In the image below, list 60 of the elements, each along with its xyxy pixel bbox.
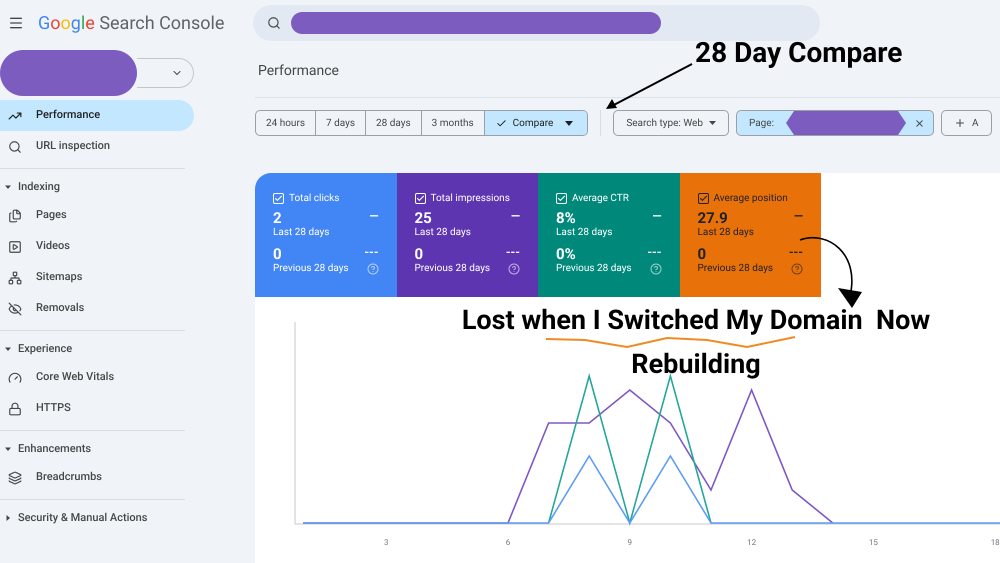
- axis-tick-label: 3: [384, 538, 388, 547]
- page-title: Performance: [258, 62, 339, 81]
- axis-tick-label: 12: [747, 538, 756, 547]
- metric-value: 0: [273, 245, 282, 263]
- trend-mark: —: [794, 209, 803, 223]
- trend-mark: ---: [506, 245, 520, 259]
- nav-item[interactable]: Pages: [0, 200, 194, 231]
- caption-text: Rebuilding: [631, 349, 761, 379]
- range-tab[interactable]: 24 hours: [256, 111, 315, 135]
- trend-mark: ---: [647, 245, 662, 259]
- metric-title: Total impressions: [430, 192, 510, 206]
- trend-mark: ---: [364, 245, 378, 259]
- metric-value: 27.9: [698, 209, 728, 227]
- metric-value: 8%: [556, 209, 576, 227]
- metric-title: Average CTR: [572, 192, 629, 206]
- metric-value: 25: [414, 209, 432, 227]
- range-tab[interactable]: 28 days: [365, 111, 421, 135]
- nav-item[interactable]: Videos: [0, 231, 194, 262]
- nav-item[interactable]: Sitemaps: [0, 262, 194, 293]
- metric-value: 0: [698, 245, 706, 263]
- metric-period: Previous 28 days: [698, 263, 774, 275]
- metric-period: Previous 28 days: [556, 263, 632, 275]
- metric-period: Last 28 days: [556, 227, 614, 239]
- nav-item[interactable]: Core Web Vitals: [0, 362, 194, 393]
- metric-value: 2: [273, 209, 282, 227]
- add-filter-button[interactable]: A: [941, 110, 992, 136]
- axis-tick-label: 15: [868, 538, 878, 547]
- section-header[interactable]: Experience: [0, 336, 194, 362]
- range-tab[interactable]: Compare: [484, 111, 588, 135]
- range-tab[interactable]: 7 days: [315, 111, 365, 135]
- metric-value: 0%: [556, 245, 576, 263]
- nav-item[interactable]: Performance: [0, 100, 194, 131]
- metric-period: Last 28 days: [414, 227, 472, 239]
- metric-title: Average position: [714, 192, 788, 206]
- trend-mark: —: [369, 209, 378, 223]
- metric-period: Last 28 days: [273, 227, 330, 239]
- product-logo: Google Search Console: [38, 12, 224, 36]
- nav-item[interactable]: URL inspection: [0, 131, 194, 162]
- nav-item[interactable]: HTTPS: [0, 393, 194, 424]
- metric-card[interactable]: Average position 27.9 — Last 28 days 0 --- Previous 28 days: [680, 173, 821, 297]
- nav-item[interactable]: Removals: [0, 293, 194, 324]
- axis-tick-label: 18: [990, 538, 1000, 547]
- annotation-text: 28 Day Compare: [695, 35, 902, 71]
- filter-chip[interactable]: Search type: Web: [613, 110, 729, 136]
- nav-item[interactable]: Breadcrumbs: [0, 462, 194, 493]
- metric-period: Previous 28 days: [273, 263, 349, 275]
- axis-tick-label: 6: [506, 538, 510, 547]
- axis-tick-label: 9: [628, 538, 632, 547]
- metric-period: Last 28 days: [698, 227, 755, 239]
- section-header[interactable]: Indexing: [0, 174, 194, 200]
- trend-mark: —: [652, 209, 662, 223]
- trend-mark: ---: [788, 245, 803, 259]
- section-header[interactable]: Security & Manual Actions: [0, 505, 194, 531]
- metric-period: Previous 28 days: [414, 263, 490, 275]
- metric-title: Total clicks: [289, 192, 340, 206]
- caption-text: Lost when I Switched My Domain Now: [462, 305, 930, 335]
- filter-chip[interactable]: Page:: [736, 110, 934, 136]
- trend-mark: —: [510, 209, 520, 223]
- section-header[interactable]: Enhancements: [0, 436, 194, 462]
- metric-value: 0: [414, 245, 424, 263]
